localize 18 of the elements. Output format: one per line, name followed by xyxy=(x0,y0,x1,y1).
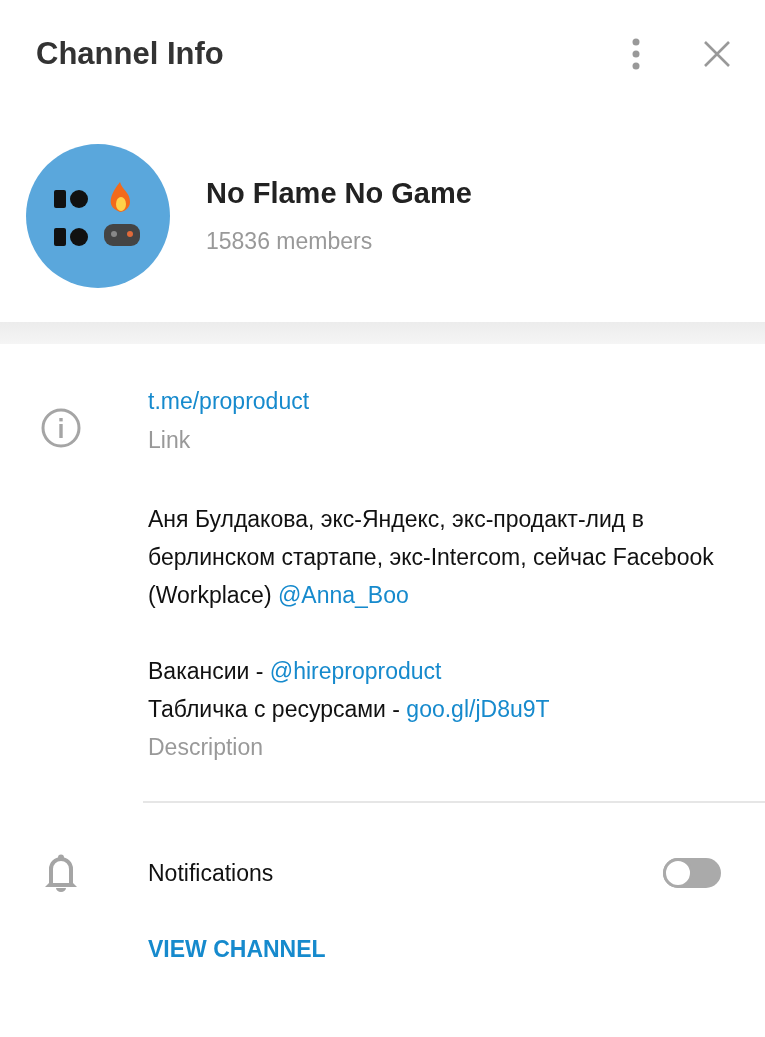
channel-link[interactable]: t.me/proproduct xyxy=(148,388,310,415)
description-link[interactable]: goo.gl/jD8u9T xyxy=(406,696,550,722)
link-label: Link xyxy=(148,427,191,454)
description-link[interactable]: @hireproproduct xyxy=(269,658,442,684)
description-label: Description xyxy=(148,734,264,761)
notifications-toggle[interactable] xyxy=(663,858,721,888)
description-link[interactable]: @Anna_Boo xyxy=(277,582,409,608)
description-text: Аня Булдакова, экс-Яндекс, экс-продакт-лид в берлинском стартапе, экс-Intercom, сейчас Facebook (Workplace) @Anna_Boo xyxy=(148,505,714,610)
more-options-icon[interactable] xyxy=(631,38,641,70)
window-title: Channel Info xyxy=(36,36,224,72)
close-icon[interactable] xyxy=(703,40,731,68)
info-icon xyxy=(40,408,81,448)
description-text: Вакансии - @hireproproduct xyxy=(148,657,443,686)
channel-name: No Flame No Game xyxy=(206,177,472,210)
member-count: 15836 members xyxy=(206,228,374,255)
description-text: Табличка с ресурсами - goo.gl/jD8u9T xyxy=(148,695,551,724)
notifications-label: Notifications xyxy=(148,859,275,887)
view-channel-button[interactable]: VIEW CHANNEL xyxy=(148,936,326,963)
